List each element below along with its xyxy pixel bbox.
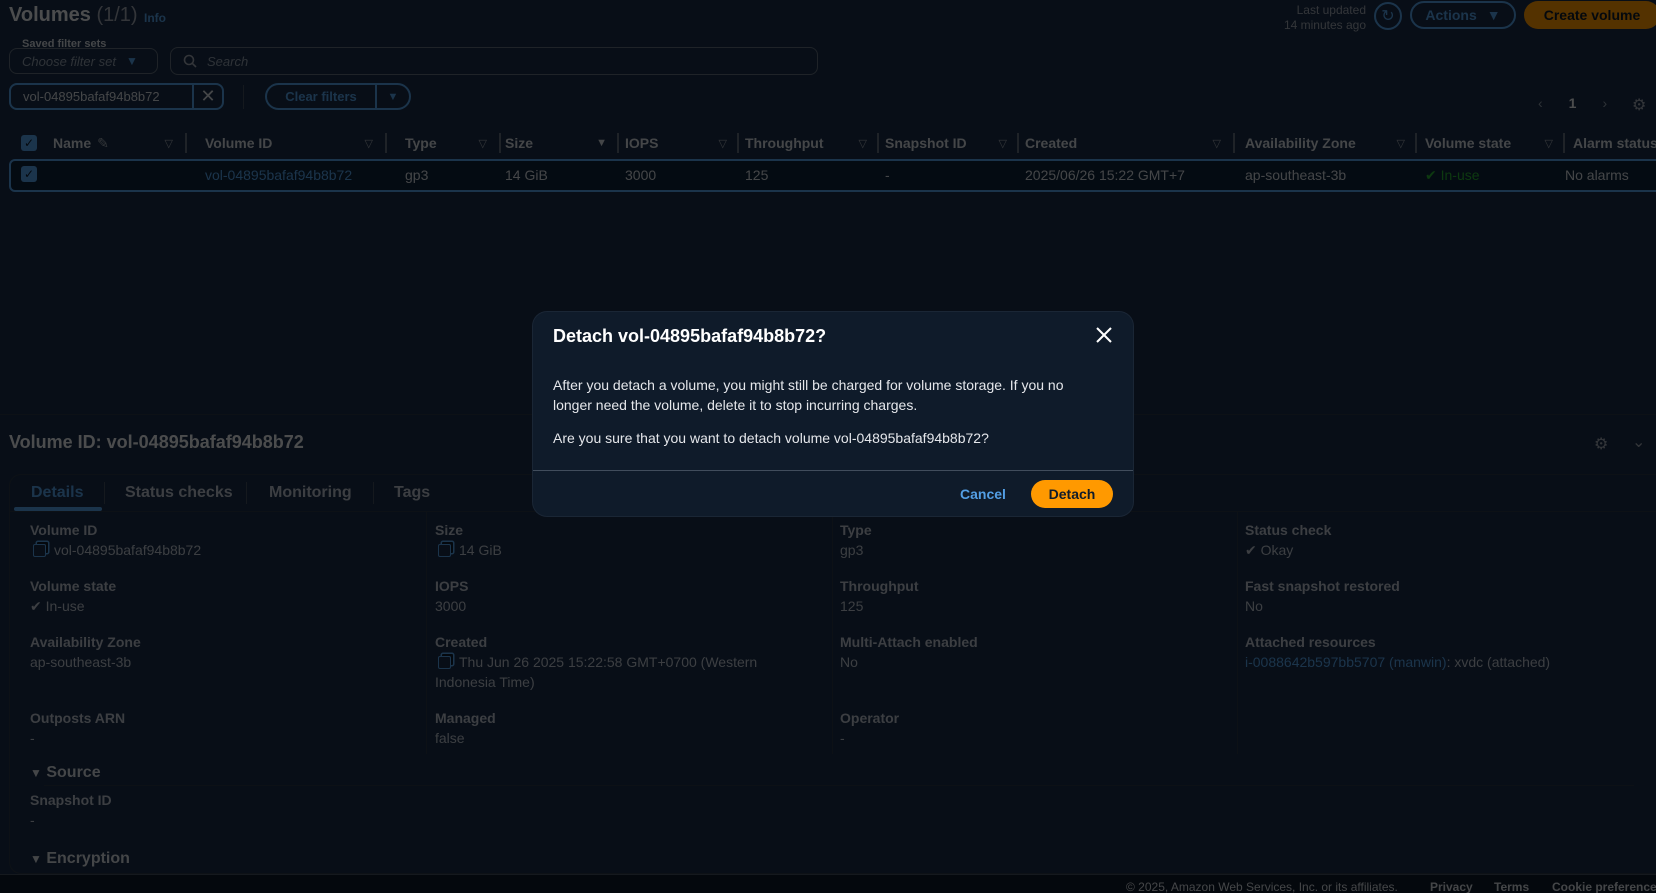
close-icon <box>1096 327 1112 343</box>
dialog-confirm-text: Are you sure that you want to detach vol… <box>553 430 989 446</box>
detach-button[interactable]: Detach <box>1031 480 1113 508</box>
cancel-button[interactable]: Cancel <box>960 486 1006 502</box>
dialog-title: Detach vol-04895bafaf94b8b72? <box>553 326 827 346</box>
dialog-warning-text: After you detach a volume, you might sti… <box>553 377 1064 413</box>
detach-volume-dialog: Detach vol-04895bafaf94b8b72? After you … <box>533 312 1133 516</box>
dialog-close-button[interactable] <box>1095 326 1113 348</box>
dialog-divider <box>533 470 1133 471</box>
